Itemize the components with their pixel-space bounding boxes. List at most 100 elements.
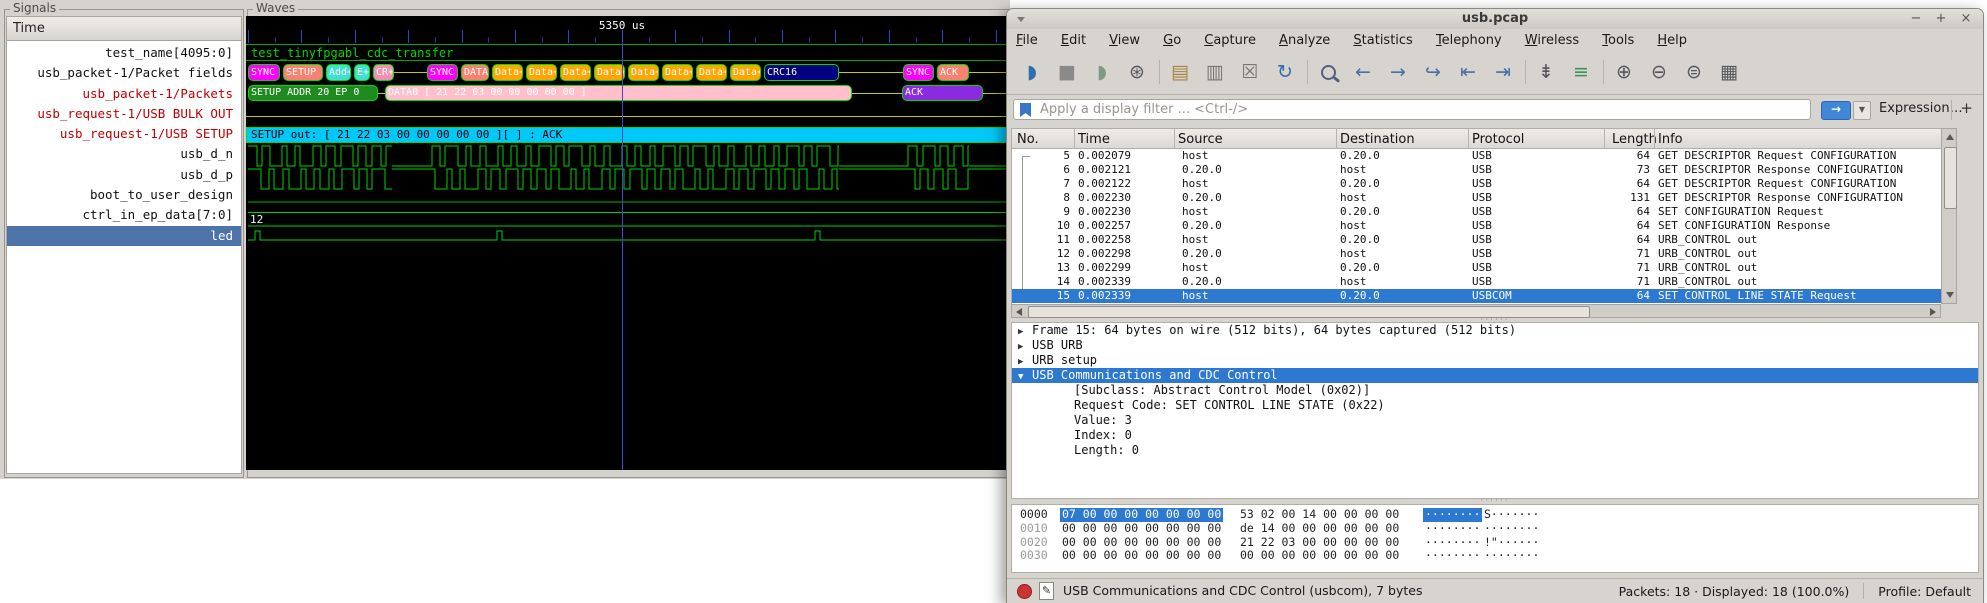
packet-row[interactable]: 14 0.002339 0.20.0 host USB 71 URB_CONTR…	[1012, 275, 1941, 289]
capture-comment-icon[interactable]: ✎	[1039, 582, 1054, 600]
signal-row[interactable]: test_name[4095:0]	[7, 43, 241, 63]
packet-row[interactable]: 15 0.002339 host 0.20.0 USBCOM 64 SET CO…	[1012, 289, 1941, 303]
signal-row[interactable]: ctrl_in_ep_data[7:0]	[7, 205, 241, 225]
tree-row[interactable]: Request Code: SET CONTROL LINE STATE (0x…	[1012, 398, 1978, 413]
tree-row[interactable]: [Subclass: Abstract Control Model (0x02)…	[1012, 383, 1978, 398]
scroll-up-icon[interactable]	[1946, 134, 1954, 140]
tree-row[interactable]: ▶Frame 15: 64 bytes on wire (512 bits), …	[1012, 323, 1978, 338]
packet-row[interactable]: 9 0.002230 host 0.20.0 USB 64 SET CONFIG…	[1012, 205, 1941, 219]
toolbar-separator[interactable]	[1603, 60, 1604, 84]
hex-bytes[interactable]: 00 00 00 00 00 00 00 00	[1062, 536, 1221, 550]
menu-file[interactable]: File	[1007, 31, 1047, 50]
hex-row[interactable]: 0010 00 00 00 00 00 00 00 00 de 14 00 00…	[1012, 522, 1978, 536]
column-header[interactable]: Source	[1178, 130, 1223, 149]
signal-row[interactable]: usb_d_p	[7, 165, 241, 185]
reload-icon[interactable]: ↻	[1272, 58, 1298, 86]
close-button[interactable]: ×	[1957, 11, 1975, 27]
close-file-icon[interactable]: ☒	[1237, 58, 1263, 86]
ascii-bytes[interactable]: ········	[1425, 549, 1480, 563]
signal-row[interactable]: usb_packet-1/Packet fields	[7, 63, 241, 83]
maximize-button[interactable]: +	[1932, 11, 1950, 27]
titlebar[interactable]: usb.pcap − + ×	[1007, 9, 1983, 30]
resize-columns-icon[interactable]: ▦	[1716, 58, 1742, 86]
hex-bytes[interactable]: 00 00 00 00 00 00 00 00	[1240, 549, 1399, 563]
hex-bytes[interactable]: 00 00 00 00 00 00 00 00	[1062, 522, 1221, 536]
ascii-bytes[interactable]: ········	[1425, 536, 1480, 550]
go-to-packet-icon[interactable]: ↪	[1420, 58, 1446, 86]
vscroll-thumb[interactable]	[1944, 147, 1957, 209]
go-last-icon[interactable]: ⇥	[1490, 58, 1516, 86]
hex-bytes[interactable]: 00 00 00 00 00 00 00 00	[1062, 549, 1221, 563]
packet-list-hscrollbar[interactable]	[1011, 304, 1941, 318]
packet-row[interactable]: 10 0.002257 0.20.0 host USB 64 SET CONFI…	[1012, 219, 1941, 233]
wave-cursor-line[interactable]	[622, 30, 623, 470]
tree-row[interactable]: Length: 0	[1012, 443, 1978, 458]
menu-telephony[interactable]: Telephony	[1427, 31, 1511, 50]
scroll-left-icon[interactable]	[1016, 308, 1022, 316]
capture-options-icon[interactable]: ⊛	[1124, 58, 1150, 86]
column-header[interactable]: Protocol	[1472, 130, 1524, 149]
tree-row[interactable]: ▶USB URB	[1012, 338, 1978, 353]
colorize-icon[interactable]: ≡	[1568, 58, 1594, 86]
packet-row[interactable]: 11 0.002258 host 0.20.0 USB 64 URB_CONTR…	[1012, 233, 1941, 247]
zoom-in-icon[interactable]: ⊕	[1611, 58, 1637, 86]
packet-row[interactable]: 7 0.002122 host 0.20.0 USB 64 GET DESCRI…	[1012, 177, 1941, 191]
signal-row[interactable]: usb_packet-1/Packets	[7, 84, 241, 104]
hex-bytes[interactable]: de 14 00 00 00 00 00 00	[1240, 522, 1399, 536]
expander-icon[interactable]: ▼	[1012, 370, 1032, 385]
hex-bytes[interactable]: 07 00 00 00 00 00 00 00	[1060, 508, 1223, 522]
toolbar-separator[interactable]	[1307, 60, 1308, 84]
add-filter-button[interactable]: +	[1957, 99, 1976, 119]
expert-info-icon[interactable]	[1017, 584, 1032, 599]
ascii-bytes[interactable]: ········	[1423, 508, 1482, 522]
apply-filter-button[interactable]: →	[1821, 101, 1851, 120]
packet-row[interactable]: 5 0.002079 host 0.20.0 USB 64 GET DESCRI…	[1012, 149, 1941, 163]
menu-tools[interactable]: Tools	[1593, 31, 1643, 50]
minimize-button[interactable]: −	[1907, 11, 1925, 27]
ascii-bytes[interactable]: ········	[1425, 522, 1480, 536]
packet-row[interactable]: 13 0.002299 host 0.20.0 USB 71 URB_CONTR…	[1012, 261, 1941, 275]
open-file-icon[interactable]: ▤	[1167, 58, 1193, 86]
menu-capture[interactable]: Capture	[1195, 31, 1265, 50]
menu-wireless[interactable]: Wireless	[1516, 31, 1588, 50]
bookmark-icon[interactable]	[1020, 103, 1031, 117]
column-header[interactable]: No.	[1017, 130, 1039, 149]
zoom-out-icon[interactable]: ⊖	[1646, 58, 1672, 86]
ascii-bytes[interactable]: ········	[1484, 522, 1539, 536]
menu-edit[interactable]: Edit	[1052, 31, 1095, 50]
packet-row[interactable]: 8 0.002230 0.20.0 host USB 131 GET DESCR…	[1012, 191, 1941, 205]
profile-label[interactable]: Profile: Default	[1878, 584, 1971, 599]
packet-list-vscrollbar[interactable]	[1941, 128, 1957, 304]
signal-row[interactable]: usb_request-1/USB SETUP	[7, 124, 241, 144]
hex-row[interactable]: 0030 00 00 00 00 00 00 00 00 00 00 00 00…	[1012, 549, 1978, 563]
menu-statistics[interactable]: Statistics	[1344, 31, 1421, 50]
go-forward-icon[interactable]: →	[1385, 58, 1411, 86]
column-header[interactable]: Destination	[1340, 130, 1415, 149]
tree-row[interactable]: Index: 0	[1012, 428, 1978, 443]
start-capture-icon[interactable]: ◗	[1019, 58, 1045, 86]
ascii-bytes[interactable]: S·······	[1484, 508, 1539, 522]
go-first-icon[interactable]: ⇤	[1455, 58, 1481, 86]
hex-row[interactable]: 0000 07 00 00 00 00 00 00 00 53 02 00 14…	[1012, 508, 1978, 522]
column-header[interactable]: Time	[1078, 130, 1110, 149]
packet-row[interactable]: 12 0.002298 0.20.0 host USB 71 URB_CONTR…	[1012, 247, 1941, 261]
tree-row[interactable]: ▶URB setup	[1012, 353, 1978, 368]
zoom-original-icon[interactable]: ⊜	[1681, 58, 1707, 86]
scroll-down-icon[interactable]	[1946, 292, 1954, 298]
signal-row[interactable]: led	[7, 226, 241, 246]
hex-row[interactable]: 0020 00 00 00 00 00 00 00 00 21 22 03 00…	[1012, 536, 1978, 550]
menu-help[interactable]: Help	[1648, 31, 1696, 50]
toolbar-separator[interactable]	[1525, 60, 1526, 84]
packet-row[interactable]: 6 0.002121 0.20.0 host USB 73 GET DESCRI…	[1012, 163, 1941, 177]
ascii-bytes[interactable]: ········	[1484, 549, 1539, 563]
auto-scroll-icon[interactable]: ⇟	[1533, 58, 1559, 86]
signal-row[interactable]: usb_request-1/USB BULK OUT	[7, 104, 241, 124]
stop-capture-icon[interactable]: ■	[1054, 58, 1080, 86]
signal-row[interactable]: boot_to_user_design	[7, 185, 241, 205]
toolbar-separator[interactable]	[1159, 60, 1160, 84]
find-packet-icon[interactable]	[1315, 58, 1341, 86]
menu-analyze[interactable]: Analyze	[1270, 31, 1339, 50]
tree-row[interactable]: Value: 3	[1012, 413, 1978, 428]
scroll-right-icon[interactable]	[1930, 308, 1936, 316]
go-back-icon[interactable]: ←	[1350, 58, 1376, 86]
